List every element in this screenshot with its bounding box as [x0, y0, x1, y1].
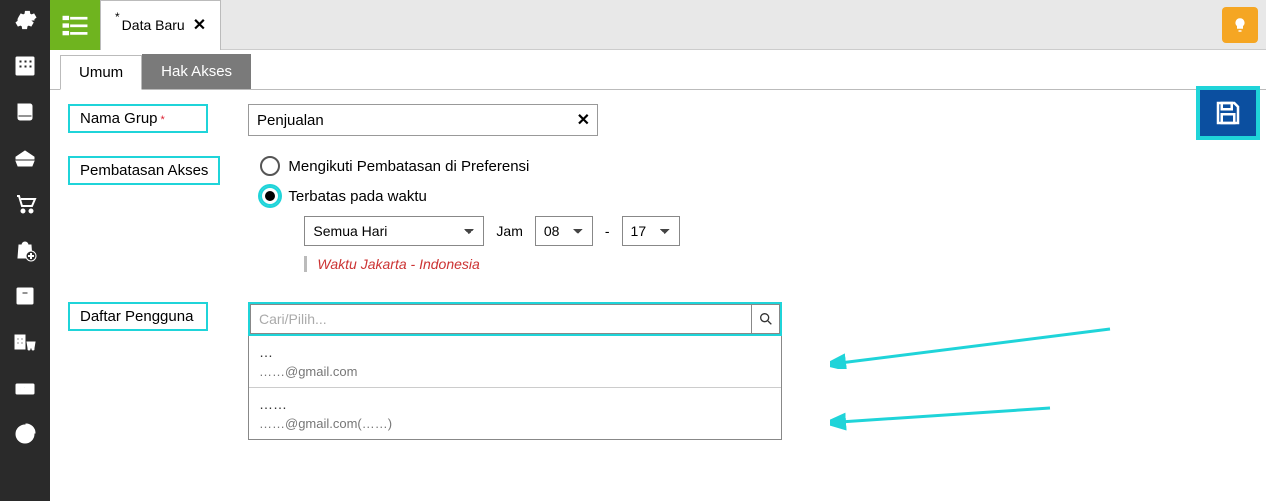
tax-icon[interactable]: TAX [11, 374, 39, 402]
radio-option-terbatas[interactable]: Terbatas pada waktu [260, 186, 679, 206]
search-button[interactable] [752, 304, 780, 334]
label-pembatasan-akses: Pembatasan Akses [68, 156, 220, 185]
tab-strip: * Data Baru ✕ [50, 0, 1266, 50]
clear-icon[interactable]: ✕ [577, 110, 590, 130]
book-icon[interactable] [11, 98, 39, 126]
save-button[interactable] [1196, 86, 1260, 140]
nama-grup-input[interactable] [248, 104, 598, 136]
archive-icon[interactable] [11, 282, 39, 310]
day-select[interactable]: Semua Hari [304, 216, 484, 246]
jam-label: Jam [496, 223, 522, 239]
bag-plus-icon[interactable] [11, 236, 39, 264]
module-icon-button[interactable] [50, 0, 100, 50]
timezone-note: Waktu Jakarta - Indonesia [304, 256, 679, 272]
hour-to-select[interactable]: 17 [622, 216, 680, 246]
hint-bulb-button[interactable] [1222, 7, 1258, 43]
user-dropdown-list: … ……@gmail.com …… ……@gmail.com(……) [248, 336, 782, 440]
tab-title: Data Baru [122, 17, 185, 33]
form-area: Umum Hak Akses Nama Grup* ✕ Pembatasan A… [50, 50, 1266, 501]
label-nama-grup: Nama Grup* [68, 104, 208, 133]
cart-icon[interactable] [11, 190, 39, 218]
gear-icon[interactable] [11, 6, 39, 34]
left-navigation-rail: TAX [0, 0, 50, 501]
hour-from-select[interactable]: 08 [535, 216, 593, 246]
svg-text:TAX: TAX [18, 387, 32, 394]
radio-option-preferensi[interactable]: Mengikuti Pembatasan di Preferensi [260, 156, 679, 176]
list-item[interactable]: …… ……@gmail.com(……) [249, 388, 781, 439]
tab-umum[interactable]: Umum [60, 55, 142, 90]
asset-icon[interactable] [11, 328, 39, 356]
tab-hak-akses[interactable]: Hak Akses [142, 54, 251, 89]
wallet-icon[interactable] [11, 144, 39, 172]
company-icon[interactable] [11, 52, 39, 80]
dirty-indicator: * [115, 10, 120, 24]
list-item[interactable]: … ……@gmail.com [249, 336, 781, 388]
close-icon[interactable]: ✕ [193, 15, 206, 35]
radio-label: Terbatas pada waktu [288, 188, 426, 205]
user-search-input[interactable] [250, 304, 752, 334]
radio-label: Mengikuti Pembatasan di Preferensi [288, 158, 529, 175]
label-daftar-pengguna: Daftar Pengguna [68, 302, 208, 331]
document-tab[interactable]: * Data Baru ✕ [100, 0, 221, 50]
time-separator: - [605, 223, 610, 239]
pie-chart-icon[interactable] [11, 420, 39, 448]
sub-tab-bar: Umum Hak Akses [50, 50, 1266, 90]
